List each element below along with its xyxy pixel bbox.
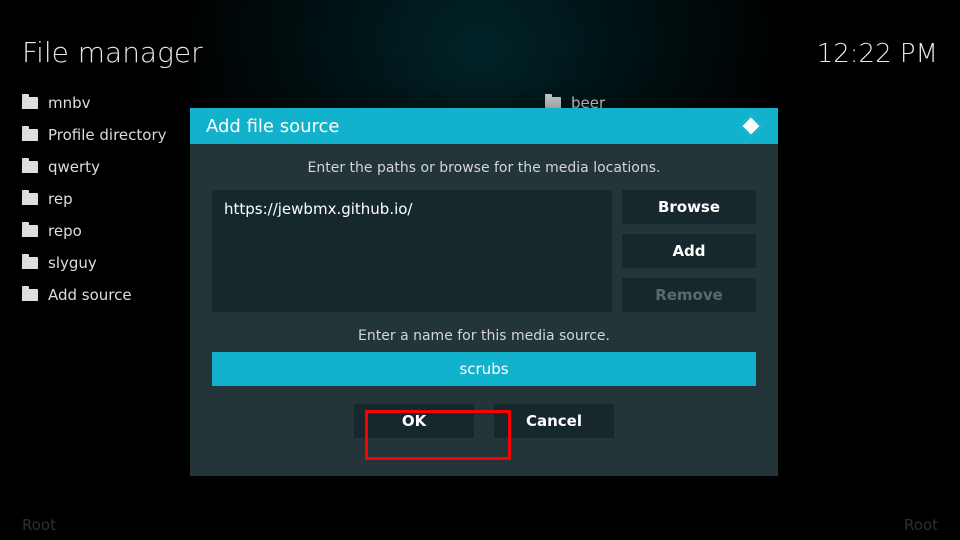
dialog-title: Add file source <box>206 116 339 137</box>
folder-icon <box>22 129 38 141</box>
footer-right: Root <box>904 516 938 534</box>
browse-button[interactable]: Browse <box>622 190 756 224</box>
folder-icon <box>22 257 38 269</box>
footer-left: Root <box>22 516 56 534</box>
add-button[interactable]: Add <box>622 234 756 268</box>
kodi-logo-icon <box>740 115 762 137</box>
path-instruction-text: Enter the paths or browse for the media … <box>212 160 756 176</box>
list-item-label: Add source <box>48 286 132 304</box>
page-title: File manager <box>22 36 203 69</box>
folder-icon <box>22 193 38 205</box>
folder-icon <box>22 225 38 237</box>
list-item-label: qwerty <box>48 158 100 176</box>
folder-icon <box>22 97 38 109</box>
cancel-button[interactable]: Cancel <box>494 404 614 438</box>
list-item-label: rep <box>48 190 73 208</box>
list-item-label: slyguy <box>48 254 97 272</box>
path-list-box[interactable]: https://jewbmx.github.io/ <box>212 190 612 312</box>
add-file-source-dialog: Add file source Enter the paths or brows… <box>190 108 778 476</box>
folder-icon <box>22 161 38 173</box>
clock: 12:22 PM <box>817 39 938 69</box>
ok-button[interactable]: OK <box>354 404 474 438</box>
list-item-label: repo <box>48 222 82 240</box>
path-entry[interactable]: https://jewbmx.github.io/ <box>224 200 600 218</box>
remove-button: Remove <box>622 278 756 312</box>
list-item-label: Profile directory <box>48 126 167 144</box>
name-prompt-text: Enter a name for this media source. <box>212 328 756 344</box>
list-item-label: mnbv <box>48 94 91 112</box>
folder-icon <box>22 289 38 301</box>
source-name-input[interactable] <box>212 352 756 386</box>
